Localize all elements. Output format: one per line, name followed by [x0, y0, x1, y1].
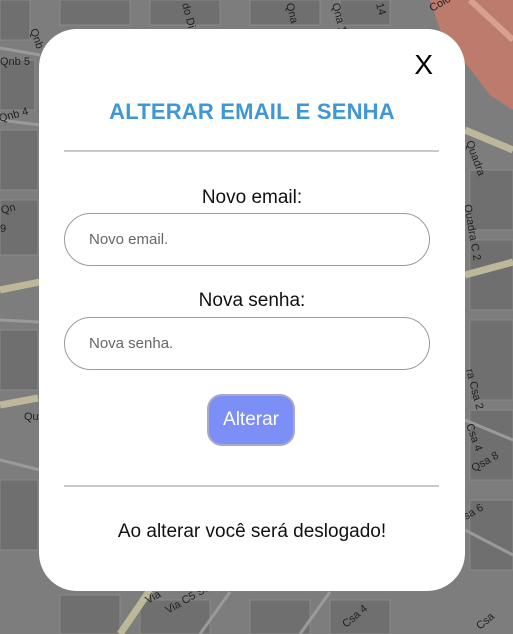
password-label: Nova senha: — [198, 290, 306, 311]
email-label: Novo email: — [201, 187, 303, 208]
divider-bottom — [64, 485, 439, 487]
submit-button[interactable]: Alterar — [207, 394, 295, 446]
map-label: 9 — [0, 223, 6, 235]
close-button[interactable]: X — [414, 51, 433, 79]
change-credentials-modal: X ALTERAR EMAIL E SENHA Novo email: Nova… — [39, 29, 465, 591]
password-input[interactable] — [64, 317, 430, 370]
map-label: Qnb 5 — [0, 56, 30, 68]
logout-notice: Ao alterar você será deslogado! — [117, 521, 387, 542]
map-label: Qu — [24, 411, 39, 423]
divider-top — [64, 150, 439, 152]
modal-title: ALTERAR EMAIL E SENHA — [109, 99, 395, 124]
email-input[interactable] — [64, 213, 430, 266]
